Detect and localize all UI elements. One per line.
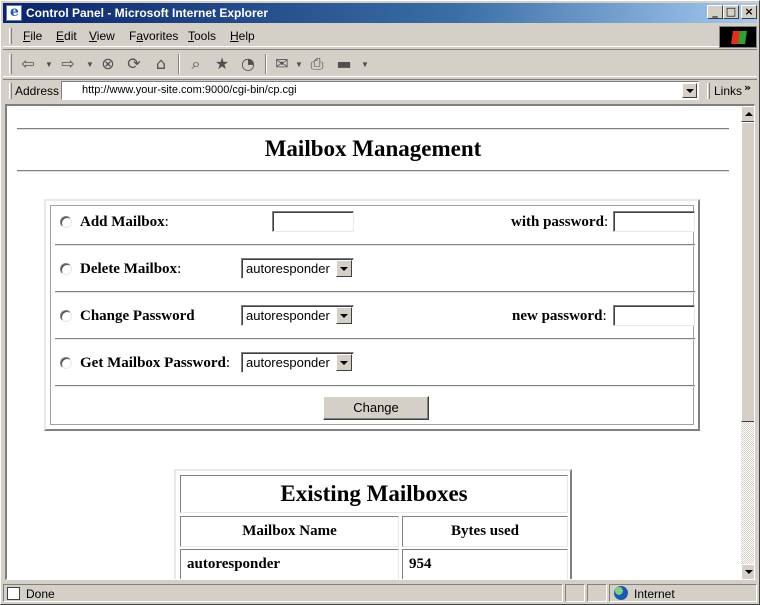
scrollbar-thumb[interactable]: [741, 122, 754, 422]
column-header-bytes-used: Bytes used: [402, 516, 568, 547]
mailbox-form: Add Mailbox: with password: Delete Mailb…: [44, 199, 700, 431]
toolbar-grip[interactable]: [9, 83, 12, 99]
stop-icon[interactable]: ⊗: [97, 54, 119, 76]
toolbar-grip[interactable]: [9, 28, 12, 44]
change-password-label: Change Password: [80, 308, 195, 324]
get-password-label: Get Mailbox Password:: [80, 355, 230, 371]
row-divider: [55, 338, 695, 340]
add-mailbox-radio[interactable]: [60, 216, 72, 228]
mail-icon[interactable]: ✉: [271, 54, 293, 76]
change-password-selected: autoresponder: [246, 308, 330, 323]
row-divider: [55, 385, 695, 387]
delete-mailbox-select[interactable]: autoresponder: [241, 258, 354, 279]
status-pane: Done: [3, 584, 563, 602]
forward-dropdown-icon[interactable]: ▼: [86, 60, 94, 69]
ie-app-icon[interactable]: [6, 4, 22, 21]
mailboxes-table-title: Existing Mailboxes: [180, 475, 568, 513]
standard-toolbar: ⇦ ▼ ⇨ ▼ ⊗ ⟳ ⌂ ⌕ ★ ◔ ✉ ▼ ⎙ ▬ ▼: [3, 49, 757, 77]
menu-view[interactable]: View: [89, 29, 115, 43]
address-bar: Address http://www.your-site.com:9000/cg…: [3, 79, 757, 101]
address-input[interactable]: http://www.your-site.com:9000/cgi-bin/cp…: [61, 81, 699, 100]
chevron-down-icon[interactable]: [336, 307, 352, 324]
vertical-scrollbar[interactable]: [741, 106, 754, 579]
change-password-radio[interactable]: [60, 310, 72, 322]
scroll-up-button[interactable]: [741, 106, 754, 122]
menu-favorites[interactable]: Favorites: [129, 29, 178, 43]
title-bar: Control Panel - Microsoft Internet Explo…: [3, 3, 757, 23]
change-password-select[interactable]: autoresponder: [241, 305, 354, 326]
address-dropdown-button[interactable]: [682, 83, 697, 98]
menu-edit[interactable]: Edit: [56, 29, 77, 43]
table-cell-bytes-used: 954: [402, 549, 568, 579]
status-text: Done: [26, 587, 55, 601]
history-icon[interactable]: ◔: [237, 54, 259, 76]
toolbar-separator: [265, 54, 267, 74]
table-cell-mailbox-name: autoresponder: [180, 549, 399, 579]
menu-tools[interactable]: Tools: [188, 29, 216, 43]
back-dropdown-icon[interactable]: ▼: [45, 60, 53, 69]
links-label[interactable]: Links: [714, 84, 742, 98]
print-icon[interactable]: ⎙: [306, 54, 328, 76]
toolbar-separator: [178, 54, 180, 74]
delete-mailbox-radio[interactable]: [60, 263, 72, 275]
page-status-icon: [7, 587, 20, 600]
address-url[interactable]: http://www.your-site.com:9000/cgi-bin/cp…: [82, 84, 297, 96]
get-password-radio[interactable]: [60, 357, 72, 369]
internet-zone-icon: [614, 586, 628, 600]
get-password-select[interactable]: autoresponder: [241, 352, 354, 373]
toolbar-grip[interactable]: [707, 83, 710, 99]
add-mailbox-label: Add Mailbox:: [80, 214, 169, 230]
mailbox-form-inner: Add Mailbox: with password: Delete Mailb…: [50, 205, 695, 425]
refresh-icon[interactable]: ⟳: [123, 54, 145, 76]
row-divider: [55, 291, 695, 293]
get-password-selected: autoresponder: [246, 355, 330, 370]
edit-dropdown-icon[interactable]: ▼: [361, 60, 369, 69]
back-arrow-icon[interactable]: ⇦: [17, 54, 39, 76]
toolbar-grip[interactable]: [9, 54, 12, 74]
address-label: Address: [15, 84, 60, 98]
mailboxes-table: Existing Mailboxes Mailbox Name Bytes us…: [174, 469, 572, 579]
search-icon[interactable]: ⌕: [185, 54, 207, 76]
minimize-button[interactable]: _: [707, 5, 723, 19]
edit-icon[interactable]: ▬: [333, 54, 355, 76]
browser-window: Control Panel - Microsoft Internet Explo…: [0, 0, 760, 605]
status-bar: Done Internet: [3, 583, 757, 603]
delete-mailbox-label: Delete Mailbox:: [80, 261, 182, 277]
menu-bar: File Edit View Favorites Tools Help: [3, 25, 757, 48]
forward-arrow-icon[interactable]: ⇨: [57, 54, 79, 76]
page-icon: [65, 84, 78, 97]
menu-file[interactable]: File: [23, 29, 42, 43]
mail-dropdown-icon[interactable]: ▼: [295, 60, 303, 69]
column-header-mailbox-name: Mailbox Name: [180, 516, 399, 547]
status-pane: [587, 584, 607, 602]
with-password-label: with password:: [511, 214, 609, 230]
status-pane: [565, 584, 585, 602]
windows-logo-icon: [719, 26, 757, 48]
page-viewport: Mailbox Management Add Mailbox: with pas…: [5, 104, 755, 580]
page-title: Mailbox Management: [264, 136, 482, 161]
menu-help[interactable]: Help: [230, 29, 255, 43]
window-title: Control Panel - Microsoft Internet Explo…: [26, 6, 269, 20]
delete-mailbox-selected: autoresponder: [246, 261, 330, 276]
new-mailbox-password-input[interactable]: [613, 211, 695, 232]
chevron-down-icon[interactable]: [336, 354, 352, 371]
security-zone-pane: Internet: [609, 584, 757, 602]
new-password-label: new password:: [512, 308, 607, 324]
new-mailbox-name-input[interactable]: [272, 211, 354, 232]
security-zone-label: Internet: [634, 587, 675, 601]
chevron-right-icon[interactable]: »: [744, 81, 751, 94]
scroll-down-button[interactable]: [741, 564, 754, 579]
close-button[interactable]: ×: [741, 5, 757, 19]
new-password-input[interactable]: [613, 305, 695, 326]
horizontal-rule: [17, 128, 729, 130]
change-button[interactable]: Change: [323, 396, 429, 420]
favorites-icon[interactable]: ★: [211, 54, 233, 76]
page-content: Mailbox Management Add Mailbox: with pas…: [7, 106, 739, 579]
horizontal-rule: [17, 170, 729, 172]
home-icon[interactable]: ⌂: [150, 54, 172, 76]
maximize-button[interactable]: □: [723, 5, 739, 19]
chevron-down-icon[interactable]: [336, 260, 352, 277]
row-divider: [55, 244, 695, 246]
